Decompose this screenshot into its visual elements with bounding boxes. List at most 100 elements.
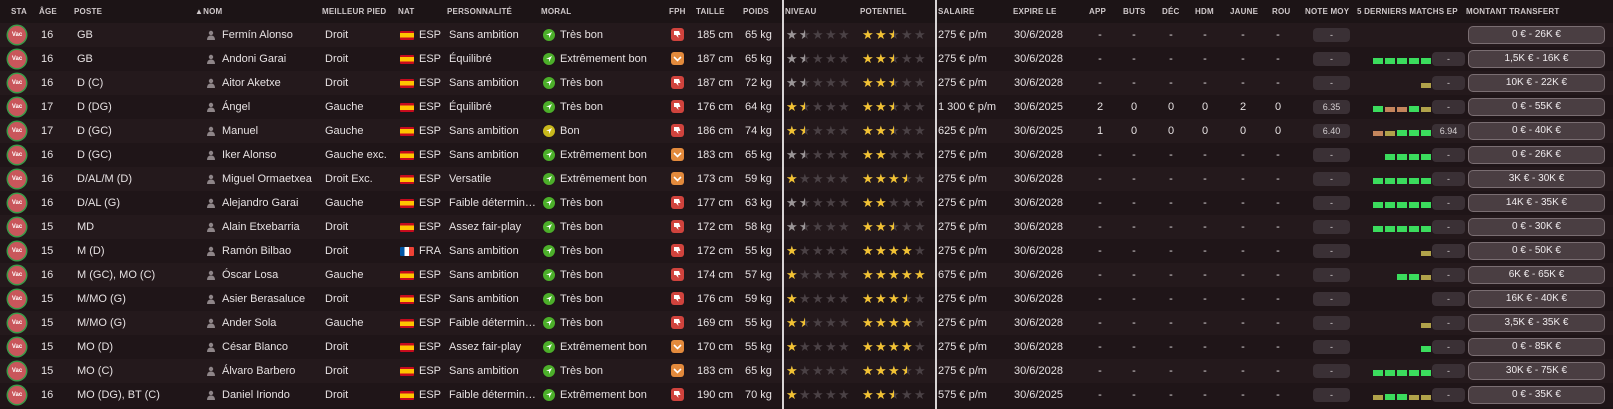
transfer-value-button[interactable]: 3,5K € - 35K € bbox=[1468, 314, 1605, 332]
col-potentiel[interactable]: POTENTIEL bbox=[860, 7, 907, 16]
table-row[interactable]: Vac 16 MO (DG), BT (C) Daniel Iriondo Droit E… bbox=[0, 383, 1613, 407]
status-badge[interactable]: Vac bbox=[8, 122, 26, 140]
col-nat[interactable]: NAT bbox=[398, 7, 414, 16]
status-badge[interactable]: Vac bbox=[8, 290, 26, 308]
col-sta[interactable]: STA bbox=[11, 7, 27, 16]
player-name[interactable]: Álvaro Barbero bbox=[222, 359, 322, 383]
transfer-value-button[interactable]: 10K € - 22K € bbox=[1468, 74, 1605, 92]
player-name[interactable]: Alejandro Garai bbox=[222, 191, 322, 215]
player-name[interactable]: Iker Alonso bbox=[222, 143, 322, 167]
status-badge[interactable]: Vac bbox=[8, 242, 26, 260]
status-badge[interactable]: Vac bbox=[8, 170, 26, 188]
star-icon: ★ bbox=[812, 363, 824, 378]
col-niveau[interactable]: NIVEAU bbox=[785, 7, 816, 16]
col-fph[interactable]: FPH bbox=[669, 7, 686, 16]
transfer-value-button[interactable]: 30K € - 75K € bbox=[1468, 362, 1605, 380]
player-name[interactable]: César Blanco bbox=[222, 335, 322, 359]
col-nom[interactable]: ▲NOM bbox=[195, 7, 222, 16]
transfer-value-button[interactable]: 16K € - 40K € bbox=[1468, 290, 1605, 308]
player-age: 16 bbox=[41, 173, 54, 185]
player-name[interactable]: Ramón Bilbao bbox=[222, 239, 322, 263]
status-badge[interactable]: Vac bbox=[8, 26, 26, 44]
col-montant[interactable]: MONTANT TRANSFERT bbox=[1466, 7, 1559, 16]
table-row[interactable]: Vac 16 D/AL (G) Alejandro Garai Gauche ESP Fai… bbox=[0, 191, 1613, 215]
transfer-value-button[interactable]: 3K € - 30K € bbox=[1468, 170, 1605, 188]
status-badge[interactable]: Vac bbox=[8, 218, 26, 236]
transfer-value-button[interactable]: 0 € - 26K € bbox=[1468, 26, 1605, 44]
transfer-value-button[interactable]: 0 € - 35K € bbox=[1468, 386, 1605, 404]
status-badge[interactable]: Vac bbox=[8, 338, 26, 356]
col-poste[interactable]: POSTE bbox=[74, 7, 102, 16]
transfer-value-button[interactable]: 14K € - 35K € bbox=[1468, 194, 1605, 212]
table-row[interactable]: Vac 15 MD Alain Etxebarria Droit ESP Assez fai… bbox=[0, 215, 1613, 239]
transfer-value-button[interactable]: 0 € - 30K € bbox=[1468, 218, 1605, 236]
table-row[interactable]: Vac 16 D (GC) Iker Alonso Gauche exc. ESP Sans… bbox=[0, 143, 1613, 167]
table-row[interactable]: Vac 16 GB Andoni Garai Droit ESP Équilibré Extr… bbox=[0, 47, 1613, 71]
player-name[interactable]: Alain Etxebarria bbox=[222, 215, 322, 239]
status-badge[interactable]: Vac bbox=[8, 74, 26, 92]
status-badge[interactable]: Vac bbox=[8, 314, 26, 332]
stat-assists: - bbox=[1169, 221, 1173, 233]
stat-assists: - bbox=[1169, 365, 1173, 377]
transfer-value-button[interactable]: 0 € - 85K € bbox=[1468, 338, 1605, 356]
status-badge[interactable]: Vac bbox=[8, 386, 26, 404]
col-dec[interactable]: DÉC bbox=[1162, 7, 1180, 16]
col-note[interactable]: NOTE MOY bbox=[1305, 7, 1349, 16]
mood-arrow-icon bbox=[543, 77, 555, 89]
transfer-value-button[interactable]: 0 € - 55K € bbox=[1468, 98, 1605, 116]
player-name[interactable]: Fermín Alonso bbox=[222, 23, 322, 47]
mood-arrow-icon bbox=[543, 53, 555, 65]
player-name[interactable]: Aitor Aketxe bbox=[222, 71, 322, 95]
col-last5[interactable]: 5 DERNIERS MATCHS EP bbox=[1357, 7, 1458, 16]
status-badge[interactable]: Vac bbox=[8, 98, 26, 116]
transfer-value-button[interactable]: 0 € - 40K € bbox=[1468, 122, 1605, 140]
table-row[interactable]: Vac 15 MO (C) Álvaro Barbero Droit ESP Sans am… bbox=[0, 359, 1613, 383]
player-name[interactable]: Manuel bbox=[222, 119, 322, 143]
status-badge[interactable]: Vac bbox=[8, 50, 26, 68]
status-badge[interactable]: Vac bbox=[8, 266, 26, 284]
table-row[interactable]: Vac 17 D (GC) Manuel Gauche ESP Sans ambition B… bbox=[0, 119, 1613, 143]
status-badge[interactable]: Vac bbox=[8, 146, 26, 164]
player-name[interactable]: Ángel bbox=[222, 95, 322, 119]
table-row[interactable]: Vac 15 M/MO (G) Ander Sola Gauche ESP Faible d… bbox=[0, 311, 1613, 335]
stat-assists: - bbox=[1169, 293, 1173, 305]
col-buts[interactable]: BUTS bbox=[1123, 7, 1146, 16]
player-name[interactable]: Ander Sola bbox=[222, 311, 322, 335]
col-app[interactable]: APP bbox=[1089, 7, 1106, 16]
col-pers[interactable]: PERSONNALITÉ bbox=[447, 7, 512, 16]
player-name[interactable]: Andoni Garai bbox=[222, 47, 322, 71]
col-expire[interactable]: EXPIRE LE bbox=[1013, 7, 1057, 16]
table-row[interactable]: Vac 15 M/MO (G) Asier Berasaluce Droit ESP San… bbox=[0, 287, 1613, 311]
col-taille[interactable]: TAILLE bbox=[696, 7, 725, 16]
transfer-value-button[interactable]: 1,5K € - 16K € bbox=[1468, 50, 1605, 68]
contract-expiry: 30/6/2028 bbox=[1014, 221, 1063, 233]
status-badge[interactable]: Vac bbox=[8, 194, 26, 212]
table-row[interactable]: Vac 17 D (DG) Ángel Gauche ESP Équilibré Très b… bbox=[0, 95, 1613, 119]
transfer-value-button[interactable]: 0 € - 26K € bbox=[1468, 146, 1605, 164]
player-name[interactable]: Óscar Losa bbox=[222, 263, 322, 287]
col-pied[interactable]: MEILLEUR PIED bbox=[322, 7, 386, 16]
status-badge[interactable]: Vac bbox=[8, 362, 26, 380]
player-name[interactable]: Miguel Ormaetxea bbox=[222, 167, 322, 191]
col-age[interactable]: ÂGE bbox=[39, 7, 57, 16]
form-bar bbox=[1397, 370, 1407, 376]
table-row[interactable]: Vac 15 MO (D) César Blanco Droit ESP Assez fai… bbox=[0, 335, 1613, 359]
table-row[interactable]: Vac 16 D/AL/M (D) Miguel Ormaetxea Droit Exc… bbox=[0, 167, 1613, 191]
stat-potm: 0 bbox=[1201, 125, 1209, 137]
player-name[interactable]: Asier Berasaluce bbox=[222, 287, 322, 311]
col-rou[interactable]: ROU bbox=[1272, 7, 1290, 16]
person-icon bbox=[206, 270, 216, 280]
col-poids[interactable]: POIDS bbox=[743, 7, 769, 16]
col-jaune[interactable]: JAUNE bbox=[1230, 7, 1258, 16]
player-name[interactable]: Daniel Iriondo bbox=[222, 383, 322, 407]
star-icon: ★ ★ bbox=[862, 95, 875, 119]
transfer-value-button[interactable]: 0 € - 50K € bbox=[1468, 242, 1605, 260]
table-row[interactable]: Vac 16 D (C) Aitor Aketxe Droit ESP Sans ambit… bbox=[0, 71, 1613, 95]
table-row[interactable]: Vac 16 M (GC), MO (C) Óscar Losa Gauche ESP Sa… bbox=[0, 263, 1613, 287]
transfer-value-button[interactable]: 6K € - 65K € bbox=[1468, 266, 1605, 284]
table-row[interactable]: Vac 15 M (D) Ramón Bilbao Droit FRA Sans ambit… bbox=[0, 239, 1613, 263]
table-row[interactable]: Vac 16 GB Fermín Alonso Droit ESP Sans ambitio… bbox=[0, 23, 1613, 47]
col-salaire[interactable]: SALAIRE bbox=[938, 7, 975, 16]
col-moral[interactable]: MORAL bbox=[541, 7, 571, 16]
col-hdm[interactable]: HDM bbox=[1195, 7, 1214, 16]
